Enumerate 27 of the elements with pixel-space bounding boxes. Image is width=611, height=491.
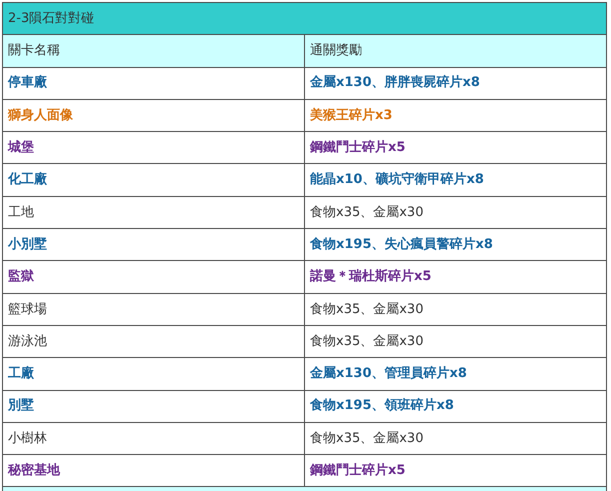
stage-cell: 停車廠 (2, 67, 304, 100)
stage-cell: 監獄 (2, 260, 304, 294)
stage-cell: 別墅 (2, 390, 304, 422)
reward-cell: 金屬x130、管理員碎片x8 (304, 358, 606, 390)
stage-cell: 工廠 (2, 358, 304, 390)
reward-cell: 食物x195、失心瘋員警碎片x8 (304, 228, 606, 261)
reward-cell: 鋼鐵鬥士碎片x5 (304, 132, 606, 164)
stage-cell: 小別墅 (2, 228, 304, 261)
stage-cell: 小樹林 (2, 422, 304, 455)
table-title: 2-3隕石對對碰 (2, 2, 606, 35)
reward-cell: 諾曼＊瑞杜斯碎片x5 (304, 260, 606, 294)
reward-cell: 金屬x130、胖胖喪屍碎片x8 (304, 67, 606, 100)
reward-cell: 食物x35、金屬x30 (304, 293, 606, 326)
reward-cell: 食物x35、金屬x30 (304, 325, 606, 358)
stage-cell: 游泳池 (2, 325, 304, 358)
stage-cell: 獅身人面像 (2, 99, 304, 132)
stage-cell: 化工廠 (2, 164, 304, 196)
reward-cell: 食物x35、金屬x30 (304, 196, 606, 229)
stage-cell: 工地 (2, 196, 304, 229)
stage-cell: 籃球場 (2, 293, 304, 326)
column-header: 通關獎勵 (304, 34, 606, 68)
reward-cell: 食物x35、金屬x30 (304, 422, 606, 455)
reward-cell: 能晶x10、礦坑守衛甲碎片x8 (304, 164, 606, 196)
column-header: 關卡名稱 (2, 34, 304, 68)
stage-cell: 城堡 (2, 132, 304, 164)
reward-cell: 美猴王碎片x3 (304, 99, 606, 132)
reward-cell: 食物x195、領班碎片x8 (304, 390, 606, 422)
